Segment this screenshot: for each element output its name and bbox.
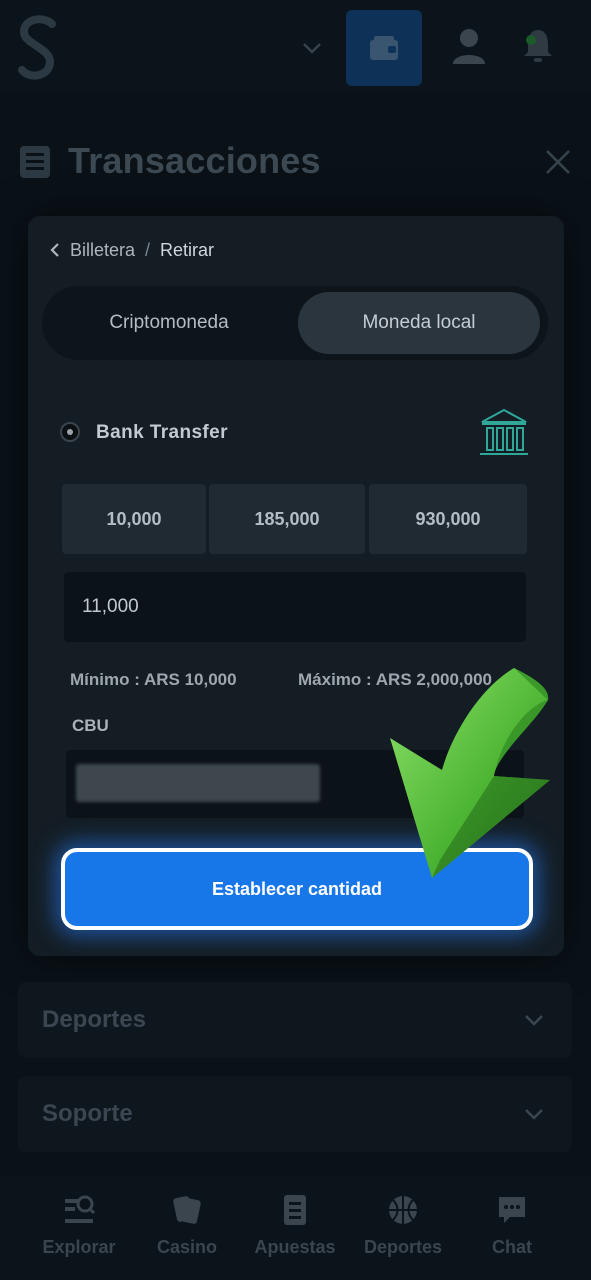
nav-label: Apuestas — [254, 1237, 336, 1257]
nav-label: Chat — [492, 1237, 532, 1257]
currency-tabs: Criptomoneda Moneda local — [42, 286, 548, 360]
minimum-limit: Mínimo : ARS 10,000 — [70, 670, 237, 689]
close-icon[interactable] — [544, 148, 572, 176]
amount-option-10000[interactable]: 10,000 — [62, 484, 206, 554]
list-icon — [20, 146, 50, 178]
amount-input[interactable]: 11,000 — [64, 572, 526, 642]
user-icon[interactable] — [450, 26, 488, 66]
method-radio[interactable] — [60, 422, 80, 442]
nav-label: Casino — [156, 1237, 217, 1257]
wallet-button[interactable] — [346, 10, 422, 86]
tab-moneda-local[interactable]: Moneda local — [298, 292, 540, 354]
bell-icon[interactable] — [518, 26, 558, 66]
betslip-icon — [284, 1195, 306, 1225]
wallet-icon — [370, 36, 398, 60]
accordion-label: Soporte — [42, 1100, 133, 1127]
breadcrumb-separator: / — [145, 239, 151, 260]
withdraw-panel: Billetera / Retirar Criptomoneda Moneda … — [28, 216, 564, 956]
nav-casino[interactable]: Casino — [137, 1193, 237, 1273]
explore-icon — [65, 1195, 95, 1223]
bank-icon — [480, 408, 528, 455]
accordion-deportes[interactable]: Deportes — [18, 982, 572, 1058]
nav-label: Deportes — [363, 1237, 443, 1257]
bottom-nav: Explorar Casino Apuestas Deportes Chat — [0, 1175, 591, 1280]
breadcrumb-parent[interactable]: Billetera — [70, 240, 135, 261]
cards-icon — [173, 1196, 201, 1224]
chevron-down-icon[interactable] — [300, 36, 324, 60]
basketball-icon — [389, 1196, 417, 1224]
cbu-label: CBU — [72, 716, 109, 735]
maximum-limit: Máximo : ARS 2,000,000 — [298, 670, 493, 689]
breadcrumb-current: Retirar — [160, 239, 215, 260]
cbu-input[interactable] — [66, 750, 524, 818]
page-title: Transacciones — [68, 140, 321, 181]
amount-option-185000[interactable]: 185,000 — [209, 484, 365, 554]
chevron-down-icon — [525, 1015, 543, 1026]
chevron-left-icon[interactable] — [48, 242, 62, 258]
nav-deportes[interactable]: Deportes — [353, 1193, 453, 1273]
method-label: Bank Transfer — [96, 422, 228, 443]
nav-explorar[interactable]: Explorar — [29, 1193, 129, 1273]
breadcrumb: Billetera / Retirar — [48, 238, 214, 262]
chat-icon — [499, 1197, 525, 1223]
limits-row: Mínimo : ARS 10,000 Máximo : ARS 2,000,0… — [70, 670, 540, 694]
page-title-row: Transacciones — [20, 138, 580, 188]
tab-criptomoneda[interactable]: Criptomoneda — [48, 292, 290, 354]
payment-method-row[interactable]: Bank Transfer — [60, 408, 530, 462]
chevron-down-icon — [525, 1109, 543, 1120]
set-amount-button[interactable]: Establecer cantidad — [61, 848, 533, 930]
logo-icon[interactable] — [14, 14, 60, 82]
cbu-blurred-value — [76, 764, 320, 802]
nav-apuestas[interactable]: Apuestas — [245, 1193, 345, 1273]
amount-option-930000[interactable]: 930,000 — [369, 484, 527, 554]
nav-label: Explorar — [42, 1237, 116, 1257]
accordion-soporte[interactable]: Soporte — [18, 1076, 572, 1152]
accordion-label: Deportes — [42, 1006, 147, 1033]
nav-chat[interactable]: Chat — [462, 1193, 562, 1273]
top-bar — [0, 0, 591, 92]
